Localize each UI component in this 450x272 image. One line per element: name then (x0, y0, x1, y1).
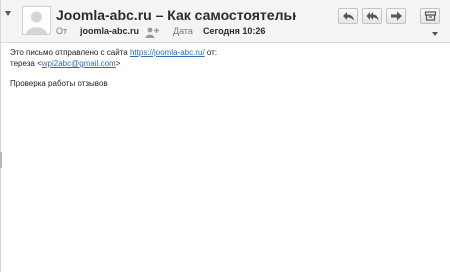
archive-button[interactable] (420, 8, 440, 24)
date-label: Дата (173, 26, 193, 36)
reply-all-button[interactable] (362, 8, 382, 24)
from-value[interactable]: joomla-abc.ru (80, 26, 139, 36)
sender-avatar (22, 6, 51, 35)
body-line-2-suffix: > (115, 59, 121, 68)
forward-button[interactable] (386, 8, 406, 24)
body-line-1: Это письмо отправлено с сайта https://jo… (10, 48, 217, 57)
body-line-1-prefix: Это письмо отправлено с сайта (10, 48, 130, 57)
reply-button[interactable] (338, 8, 358, 24)
from-label: От (56, 26, 68, 36)
body-line-1-suffix: от: (204, 48, 218, 57)
forward-icon (391, 11, 402, 21)
message-subject: Joomla-abc.ru – Как самостоятельно со... (56, 7, 296, 23)
left-divider (0, 0, 1, 272)
body-message-text: Проверка работы отзывов (10, 79, 108, 88)
archive-icon (424, 11, 437, 21)
site-link[interactable]: https://joomla-abc.ru/ (130, 48, 205, 57)
more-menu-icon[interactable] (432, 32, 438, 36)
reply-all-icon (366, 12, 379, 21)
email-link[interactable]: wpi2abc@gmail.com (42, 59, 116, 68)
pane-resize-handle[interactable] (0, 152, 2, 168)
body-line-2: тереза <wpi2abc@gmail.com> (10, 59, 120, 68)
body-line-2-prefix: тереза < (10, 59, 42, 68)
collapse-arrow-icon[interactable] (5, 11, 11, 16)
add-contact-icon[interactable] (145, 25, 159, 38)
date-value: Сегодня 10:26 (203, 26, 266, 36)
message-header: Joomla-abc.ru – Как самостоятельно со...… (0, 0, 450, 43)
reply-icon (343, 12, 354, 21)
